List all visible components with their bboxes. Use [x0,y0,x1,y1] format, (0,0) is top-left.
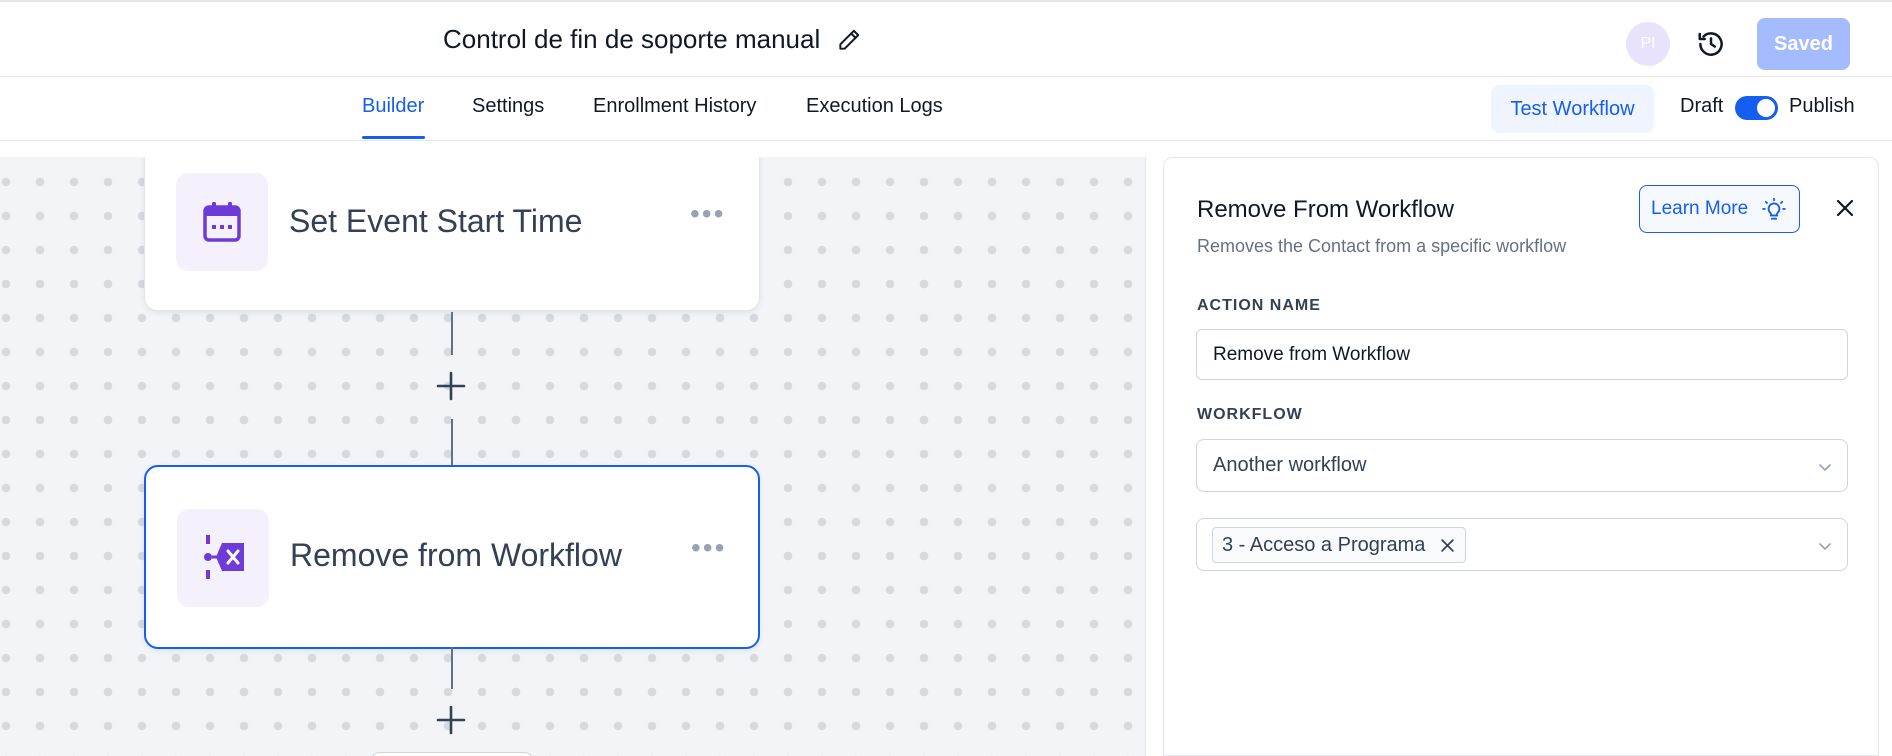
panel-subtitle: Removes the Contact from a specific work… [1197,236,1567,256]
test-workflow-button[interactable]: Test Workflow [1491,85,1654,133]
action-name-label: ACTION NAME [1197,297,1321,314]
tab-bar: Builder Settings Enrollment History Exec… [0,77,1892,141]
node-icon-box [176,173,268,271]
learn-more-button[interactable]: Learn More [1639,185,1800,233]
calendar-icon [203,202,241,242]
draft-label: Draft [1680,95,1724,117]
tab-settings[interactable]: Settings [472,95,544,118]
close-icon[interactable] [1833,196,1857,220]
chip-label: 3 - Acceso a Programa [1222,534,1426,556]
action-name-input[interactable] [1196,329,1848,380]
workflow-node-set-event-start-time[interactable]: Set Event Start Time ••• [144,157,760,311]
tab-enrollment-history[interactable]: Enrollment History [593,95,756,118]
panel-title: Remove From Workflow [1197,196,1454,223]
workflow-type-value: Another workflow [1213,454,1367,476]
next-node-peek[interactable] [370,752,534,756]
add-step-icon[interactable] [436,371,466,401]
pencil-icon[interactable] [836,27,862,53]
toggle-knob [1757,99,1775,117]
connector-line [451,647,453,689]
chevron-down-icon [1819,464,1831,472]
node-icon-box [177,509,269,607]
remove-from-workflow-icon [204,535,244,579]
node-more-icon[interactable]: ••• [691,532,726,564]
publish-label: Publish [1789,95,1855,117]
active-tab-indicator [362,136,425,139]
workflow-type-select[interactable]: Another workflow [1196,439,1848,492]
workflow-multiselect[interactable]: 3 - Acceso a Programa [1196,518,1848,571]
node-label: Remove from Workflow [290,537,622,573]
add-step-icon[interactable] [436,705,466,735]
tab-execution-logs[interactable]: Execution Logs [806,95,943,118]
publish-toggle[interactable] [1735,96,1778,120]
selected-workflow-chip: 3 - Acceso a Programa [1212,527,1467,563]
connector-line [451,419,453,465]
top-header: Control de fin de soporte manual PI Save… [0,0,1892,77]
action-settings-panel: Remove From Workflow Removes the Contact… [1163,157,1879,756]
tab-builder[interactable]: Builder [362,95,424,118]
workflow-label: WORKFLOW [1197,406,1303,423]
workflow-node-remove-from-workflow[interactable]: Remove from Workflow ••• [144,465,760,649]
node-label: Set Event Start Time [289,203,583,239]
connector-line [451,312,453,355]
user-avatar[interactable]: PI [1626,22,1670,66]
lightbulb-icon [1762,197,1786,220]
saved-button[interactable]: Saved [1757,18,1850,70]
node-more-icon[interactable]: ••• [690,198,725,230]
learn-more-label: Learn More [1651,198,1749,219]
chevron-down-icon [1819,543,1831,551]
workflow-title: Control de fin de soporte manual [443,24,821,54]
remove-chip-icon[interactable] [1440,538,1455,553]
history-icon[interactable] [1696,29,1726,59]
workflow-canvas[interactable]: Set Event Start Time ••• Remove from Wor… [0,157,1146,756]
